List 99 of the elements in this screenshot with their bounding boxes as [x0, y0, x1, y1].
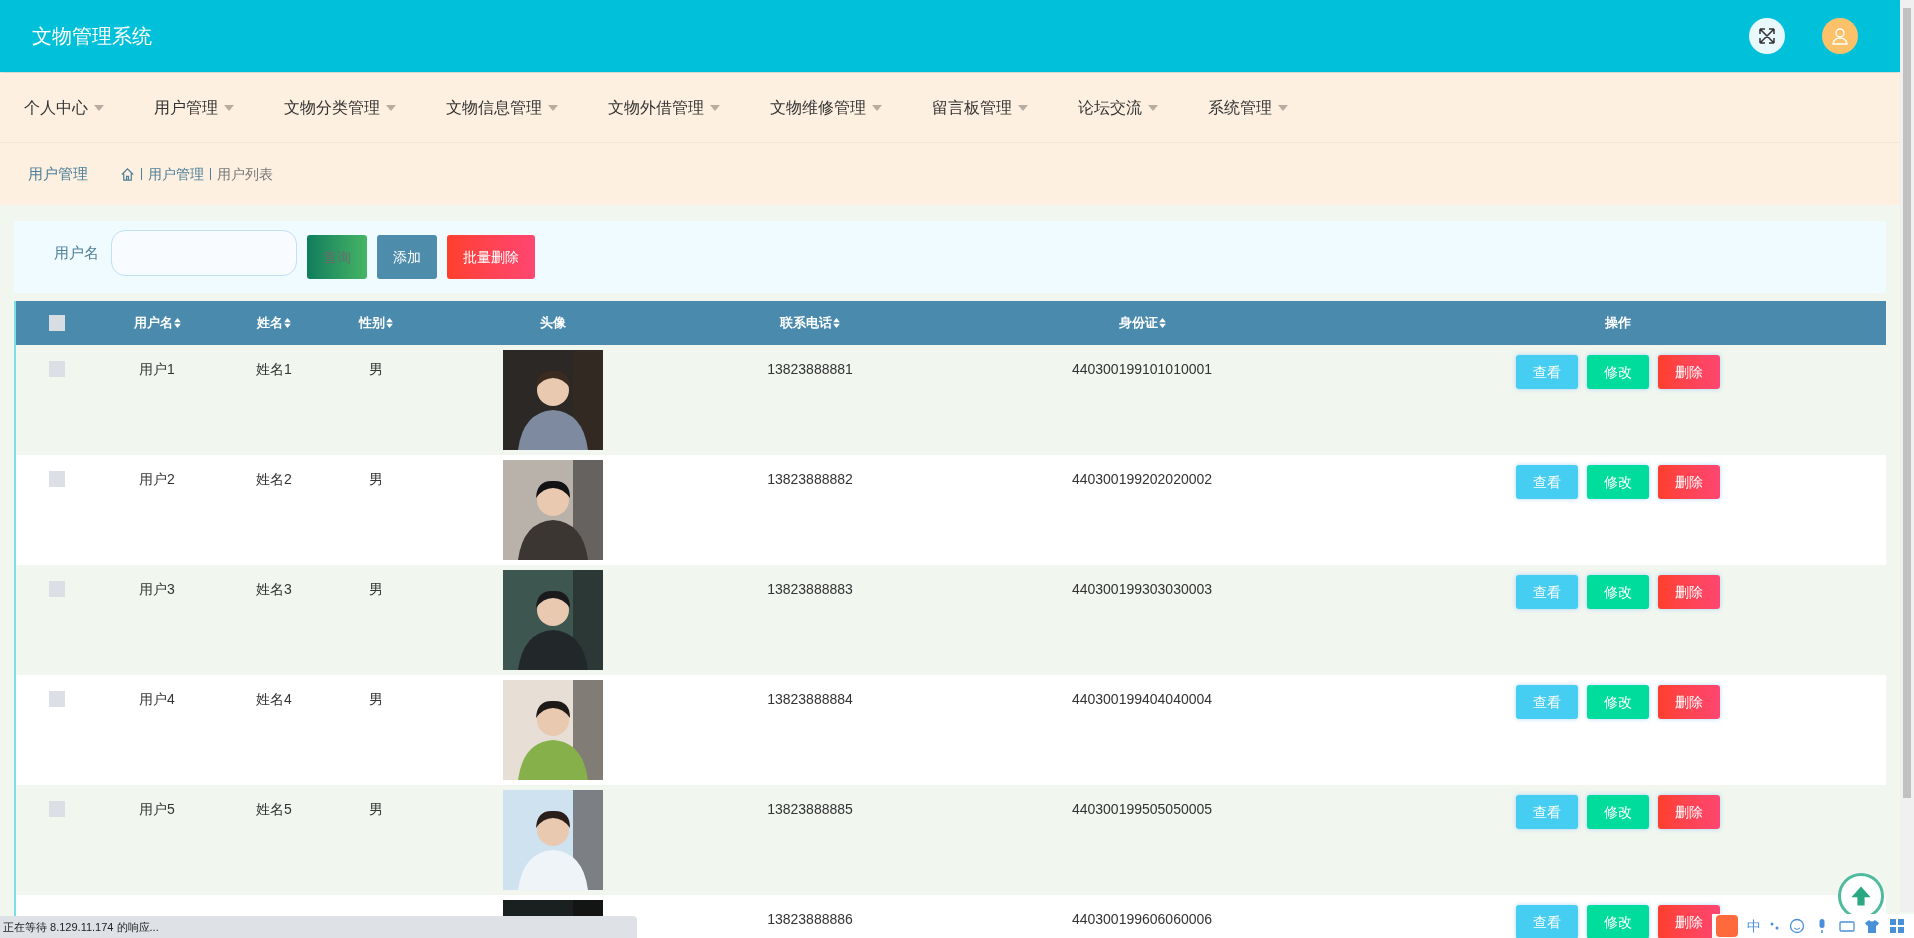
- row-action-button[interactable]: 查看: [1516, 575, 1578, 609]
- column-header[interactable]: 身份证: [1118, 313, 1158, 333]
- table-cell-text: 13823888886: [767, 910, 853, 929]
- table-cell-text: 男: [369, 360, 383, 379]
- row-action-button[interactable]: 修改: [1587, 795, 1649, 829]
- status-text: 正在等待 8.129.11.174 的响应...: [3, 919, 159, 935]
- caret-icon: [386, 104, 396, 111]
- caret-icon: [548, 104, 558, 111]
- table-cell-text: 440300199303030003: [1071, 580, 1213, 599]
- sort-icon[interactable]: [833, 318, 840, 328]
- row-action-button[interactable]: 删除: [1658, 685, 1720, 719]
- table-cell-text: 男: [369, 690, 383, 709]
- action-button[interactable]: 批量删除: [447, 235, 535, 279]
- nav-menu-item[interactable]: 文物外借管理: [608, 95, 720, 120]
- table-cell-text: 13823888885: [767, 800, 853, 819]
- table-cell-text: 用户4: [139, 690, 175, 709]
- caret-icon: [1018, 104, 1028, 111]
- ime-logo-icon: [1716, 915, 1738, 937]
- row-action-button[interactable]: 修改: [1587, 355, 1649, 389]
- column-header[interactable]: 性别: [359, 313, 385, 333]
- table-cell-text: 440300199505050005: [1071, 800, 1213, 819]
- nav-menu-item[interactable]: 系统管理: [1208, 95, 1288, 120]
- keyboard-icon[interactable]: [1839, 918, 1855, 934]
- table-cell-text: 13823888884: [767, 690, 853, 709]
- caret-icon: [94, 104, 104, 111]
- column-header[interactable]: 姓名: [257, 313, 283, 333]
- row-action-button[interactable]: 查看: [1516, 355, 1578, 389]
- nav-menu-item[interactable]: 文物分类管理: [284, 95, 396, 120]
- sort-icon[interactable]: [386, 318, 393, 328]
- row-action-button[interactable]: 删除: [1658, 575, 1720, 609]
- table-cell-text: 姓名2: [256, 470, 292, 489]
- column-header: 头像: [540, 314, 566, 333]
- row-action-button[interactable]: 删除: [1658, 905, 1720, 938]
- user-icon[interactable]: [1822, 18, 1858, 54]
- row-action-button[interactable]: 删除: [1658, 795, 1720, 829]
- app-title: 文物管理系统: [32, 24, 152, 49]
- field-label: 用户名: [54, 242, 99, 263]
- row-action-button[interactable]: 查看: [1516, 465, 1578, 499]
- caret-icon: [710, 104, 720, 111]
- punctuation-icon[interactable]: [1770, 921, 1780, 931]
- emoji-icon[interactable]: [1789, 918, 1805, 934]
- shirt-icon[interactable]: [1864, 918, 1880, 934]
- row-action-button[interactable]: 修改: [1587, 575, 1649, 609]
- ime-mode[interactable]: 中: [1747, 915, 1761, 937]
- row-action-button[interactable]: 删除: [1658, 465, 1720, 499]
- sort-icon[interactable]: [1158, 318, 1166, 328]
- table-cell-text: 姓名5: [256, 800, 292, 819]
- nav-menu-item[interactable]: 论坛交流: [1078, 95, 1158, 120]
- caret-icon: [224, 104, 234, 111]
- grid-icon[interactable]: [1889, 918, 1905, 934]
- table-cell-text: 13823888883: [767, 580, 853, 599]
- table-cell-text: 男: [369, 800, 383, 819]
- row-action-button[interactable]: 查看: [1516, 795, 1578, 829]
- table-cell-text: 姓名1: [256, 360, 292, 379]
- row-action-button[interactable]: 修改: [1587, 685, 1649, 719]
- up-arrow-icon: [1849, 884, 1873, 908]
- action-button[interactable]: 添加: [377, 235, 437, 279]
- row-action-button[interactable]: 删除: [1658, 355, 1720, 389]
- column-header[interactable]: 用户名: [133, 313, 173, 333]
- table-cell-text: 用户3: [139, 580, 175, 599]
- table-cell-text: 男: [369, 470, 383, 489]
- nav-menu-item[interactable]: 用户管理: [154, 95, 234, 120]
- page-title: 用户管理: [28, 163, 88, 184]
- row-action-button[interactable]: 查看: [1516, 905, 1578, 938]
- checkbox[interactable]: [49, 691, 65, 707]
- nav-menu-item[interactable]: 个人中心: [24, 95, 104, 120]
- nav-menu-item[interactable]: 文物信息管理: [446, 95, 558, 120]
- table-cell-text: 用户2: [139, 470, 175, 489]
- row-action-button[interactable]: 修改: [1587, 465, 1649, 499]
- caret-icon: [872, 104, 882, 111]
- scrollbar[interactable]: [1900, 0, 1914, 912]
- row-action-button[interactable]: 修改: [1587, 905, 1649, 938]
- sort-icon[interactable]: [173, 318, 181, 328]
- username-input[interactable]: [111, 230, 297, 276]
- table-cell-text: 440300199606060006: [1071, 910, 1213, 929]
- table-cell-text: 440300199202020002: [1071, 470, 1213, 489]
- fullscreen-icon[interactable]: [1749, 18, 1785, 54]
- table-cell-text: 13823888882: [767, 470, 853, 489]
- table-cell-text: 姓名3: [256, 580, 292, 599]
- caret-icon: [1278, 104, 1288, 111]
- table-cell-text: 13823888881: [767, 360, 853, 379]
- table-cell-text: 用户1: [139, 360, 175, 379]
- table-cell-text: 440300199404040004: [1071, 690, 1213, 709]
- breadcrumb-link[interactable]: 用户列表: [217, 163, 273, 185]
- nav-menu-item[interactable]: 文物维修管理: [770, 95, 882, 120]
- column-header[interactable]: 联系电话: [780, 313, 832, 333]
- breadcrumb-link[interactable]: 用户管理: [148, 163, 204, 185]
- table-cell-text: 姓名4: [256, 690, 292, 709]
- nav-menu-item[interactable]: 留言板管理: [932, 95, 1028, 120]
- column-header: 操作: [1605, 314, 1631, 333]
- checkbox[interactable]: [49, 471, 65, 487]
- table-cell-text: 440300199101010001: [1071, 360, 1213, 379]
- table-cell-text: 男: [369, 580, 383, 599]
- table-cell-text: 用户5: [139, 800, 175, 819]
- home-icon[interactable]: [120, 166, 135, 182]
- checkbox[interactable]: [49, 315, 65, 331]
- row-action-button[interactable]: 查看: [1516, 685, 1578, 719]
- caret-icon: [1148, 104, 1158, 111]
- sort-icon[interactable]: [284, 318, 291, 328]
